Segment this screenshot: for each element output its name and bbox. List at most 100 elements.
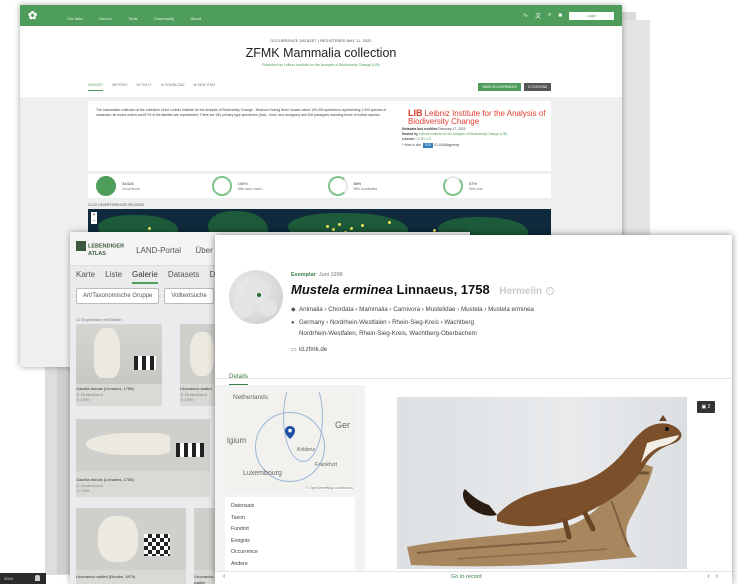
stat-taxon-match: 100% With taxon match (204, 176, 320, 196)
gallery-card[interactable]: Litocranius walleri ◎ Deutschland ◷ 1959 (180, 324, 220, 406)
section-ereignis[interactable]: Ereignis (231, 536, 349, 548)
doi-badge: DOI (423, 142, 433, 148)
login-button[interactable]: Login (569, 11, 614, 20)
section-fundort[interactable]: Fundort (231, 524, 349, 536)
map-zoom-control[interactable]: + − (91, 212, 97, 224)
specimen-photo[interactable] (397, 397, 687, 569)
tab-download[interactable]: ⬇ DOWNLOAD (161, 83, 185, 91)
nav-get-data[interactable]: Get data (67, 16, 82, 21)
gbif-nav: Get data How-to Tools Community About (67, 7, 213, 25)
lib-logo: LIB Leibniz Institute for the Analysis of… (408, 108, 546, 126)
globe-icon: ● (291, 320, 295, 326)
stat-coordinates: 88% With coordinates (320, 176, 436, 196)
description-card: The mammalian collection at the collecti… (88, 101, 551, 171)
map-pin-icon (285, 426, 295, 439)
images-icon: ▣ (701, 404, 707, 410)
section-andere[interactable]: Andere (231, 559, 349, 571)
stat-year: 87% With year (435, 176, 551, 196)
stat-ring-icon (327, 176, 348, 196)
globe-locator (229, 270, 283, 324)
how-to-cite-link[interactable]: How to cite (405, 143, 421, 147)
tab-activity[interactable]: ACTIVITY (136, 83, 151, 91)
location-breadcrumb: ● Germany › Nordrhein-Westfalen › Rhein-S… (291, 319, 477, 337)
tab-datasets[interactable]: Datasets (168, 270, 200, 284)
tab-details[interactable]: Details (229, 373, 248, 385)
skull-image (76, 324, 162, 384)
os-taskbar: 2024 (0, 573, 46, 584)
filter-taxon-group[interactable]: Art/Taxonomische Gruppe (76, 288, 160, 304)
stack-shadow-right-2 (620, 20, 650, 235)
scientific-name: Mustela erminea (291, 282, 393, 297)
atlas-logo-icon (76, 240, 86, 251)
section-datensatz[interactable]: Datensatz (231, 501, 349, 513)
stoat-photo-illustration (407, 415, 682, 567)
hosted-by-link[interactable]: Leibniz Institute for the Analysis of Bi… (419, 132, 507, 136)
nav-how-to[interactable]: How-to (99, 16, 112, 21)
dataset-publisher-link[interactable]: Published by Leibniz Institute for the A… (20, 63, 622, 67)
doi-link[interactable]: 10.15468/gpeexp (434, 143, 459, 147)
filter-fulltext[interactable]: Volltextsuche (164, 288, 214, 304)
gbif-logo-icon[interactable]: ✿ (28, 9, 37, 22)
image-count-badge[interactable]: ▣ 2 (697, 401, 715, 413)
tab-metrics[interactable]: METRICS (112, 83, 127, 91)
atlas-tabs: Karte Liste Galerie Datasets Do (76, 270, 220, 284)
divider (215, 378, 732, 379)
go-to-record-link[interactable]: Go to record (451, 574, 482, 580)
tab-liste[interactable]: Liste (105, 270, 122, 284)
details-section-menu: Datensatz Taxon Fundort Ereignis Occurre… (225, 497, 355, 574)
dataset-tabs: DATASET METRICS ACTIVITY ⬇ DOWNLOAD ⊕ VI… (88, 83, 215, 91)
gbif-topbar: ✿ Get data How-to Tools Community About … (20, 5, 622, 26)
map-section-label: CLICK GEOREFERENCED RECORDS (88, 203, 145, 207)
record-kind: Exemplar (291, 272, 316, 278)
tab-galerie[interactable]: Galerie (132, 270, 158, 284)
nav-tools[interactable]: Tools (128, 16, 137, 21)
quote-icon: ❝ (402, 142, 404, 147)
dataset-pretitle: OCCURRENCE DATASET | REGISTERED MAY 11, … (270, 39, 372, 43)
activity-icon[interactable]: ∿ (523, 12, 528, 19)
translate-icon[interactable]: 文 (535, 11, 541, 20)
source-link[interactable]: id.zfmk.de (299, 346, 327, 353)
menu-land-portal[interactable]: LAND-Portal (136, 246, 181, 255)
section-occurrence[interactable]: Occurrence (231, 547, 349, 559)
stat-ring-icon (96, 176, 116, 196)
tab-karte[interactable]: Karte (76, 270, 95, 284)
source-icon: ▭ (291, 347, 297, 353)
nav-about[interactable]: About (191, 16, 201, 21)
tab-dataset[interactable]: DATASET (88, 83, 104, 91)
map-attribution: © OpenStreetMap contributors (305, 486, 353, 490)
source-row: ▭ id.zfmk.de (291, 345, 651, 356)
record-date: Juni 1998 (318, 272, 343, 278)
taxonomy-breadcrumb: ◆ Animalia › Chordata › Mammalia › Carniv… (291, 305, 651, 316)
user-icon[interactable] (35, 575, 40, 581)
stat-ring-icon (443, 176, 464, 196)
gallery-card[interactable]: Gazella dorcas (Linnaeus, 1758) ◎ Deutsc… (76, 324, 162, 406)
record-eyebrow: Exemplar Juni 1998 (291, 272, 343, 278)
occurrences-button[interactable]: 34626 OCCURRENCES (478, 83, 521, 91)
tab-view-item[interactable]: ⊕ VIEW ITEM (193, 83, 215, 91)
pager-controls[interactable]: ‹› (707, 573, 724, 580)
taskbar-label: 2024 (4, 576, 13, 581)
dataset-description: The mammalian collection at the collecti… (96, 108, 387, 117)
taxon-author: Linnaeus, 1758 (396, 282, 490, 297)
nav-community[interactable]: Community (154, 16, 174, 21)
gallery-card[interactable]: Gazella dorcas (Linnaeus, 1758) ◎ Deutsc… (76, 419, 210, 497)
location-dot-icon (257, 293, 261, 297)
atlas-logo[interactable]: LEBENDIGER ATLAS (76, 240, 124, 257)
dataset-stats: 34,626 Occurrences 100% With taxon match 8… (88, 174, 551, 198)
info-icon[interactable]: i (545, 286, 554, 295)
menu-uber[interactable]: Über (195, 246, 212, 255)
feedback-icon[interactable]: ■ (558, 13, 562, 19)
tag-icon: ◆ (291, 307, 296, 313)
dataset-title: ZFMK Mammalia collection (245, 46, 397, 60)
dataset-meta: Metadata last modified February 17, 2023… (402, 127, 508, 148)
vernacular-name: Hermelin (499, 286, 543, 297)
gallery-card[interactable]: Litocranius walleri (Brooke, 1879) (76, 508, 186, 584)
stat-occurrences: 34,626 Occurrences (88, 176, 204, 196)
nav-left-icon[interactable]: ‹ (223, 573, 225, 580)
search-icon[interactable]: ⌕ (548, 12, 551, 19)
record-minimap[interactable]: Netherlands lgium Ger Koblenz Frankfurt … (225, 392, 355, 492)
licence-link[interactable]: CC BY 4.0 (415, 137, 431, 141)
citations-button[interactable]: 0 CITATIONS (523, 83, 551, 91)
section-taxon[interactable]: Taxon (231, 513, 349, 525)
stat-ring-icon (211, 176, 232, 196)
